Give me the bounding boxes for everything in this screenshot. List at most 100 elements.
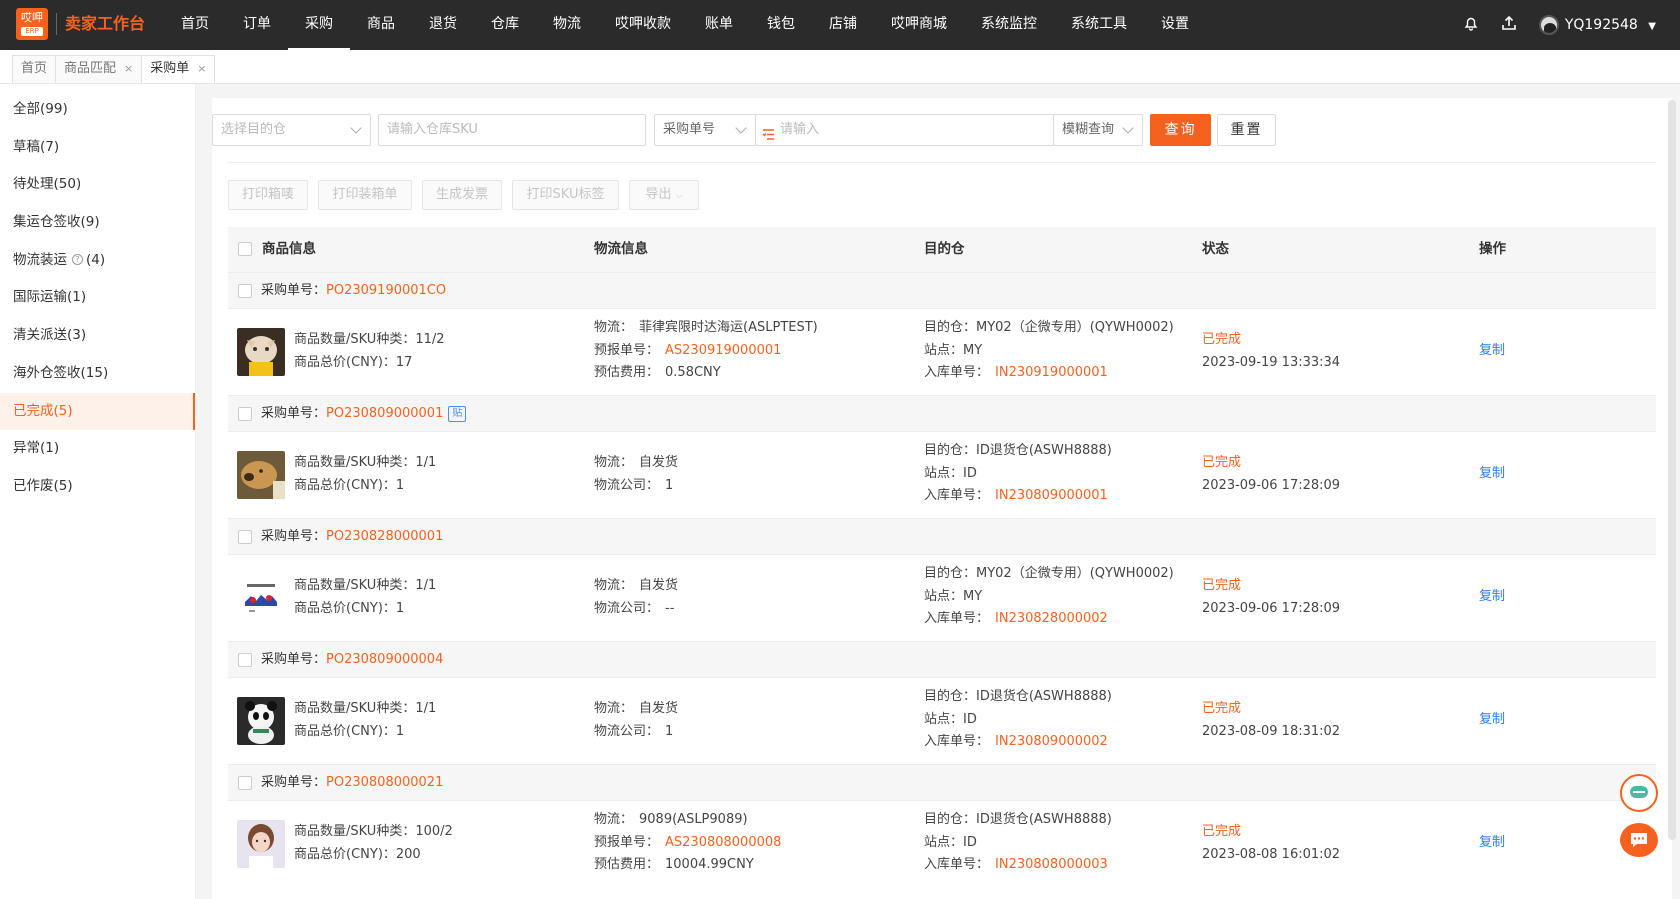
nav-item[interactable]: 钱包 (750, 0, 812, 50)
price-label: 商品总价(CNY)： (294, 600, 396, 616)
help-icon[interactable]: ? (72, 254, 83, 266)
product-thumbnail[interactable] (237, 574, 285, 622)
inbound-number-link[interactable]: IN230808000003 (995, 857, 1108, 872)
col-ops: 操作 (1479, 241, 1506, 257)
product-thumbnail[interactable] (237, 697, 285, 745)
price-value: 1 (395, 723, 405, 739)
main-panel: 选择目的仓 请输入仓库SKU 采购单号 请输入 模糊查询 查询 重置 打印箱唛 … (212, 98, 1672, 899)
tab[interactable]: 采购单 × (141, 55, 216, 83)
nav-item[interactable]: 店铺 (812, 0, 874, 50)
logistics-value: 自发货 (639, 578, 679, 593)
nav-item[interactable]: 哎呷商城 (874, 0, 964, 50)
sidebar-item[interactable]: 已作废(5) (0, 468, 195, 506)
select-all-checkbox[interactable] (238, 242, 252, 256)
product-thumbnail[interactable] (237, 451, 285, 499)
print-packing-button[interactable]: 打印装箱单 (318, 180, 412, 210)
product-thumbnail[interactable] (237, 820, 285, 868)
sidebar-item[interactable]: 异常(1) (0, 430, 195, 468)
close-icon[interactable]: × (124, 62, 133, 75)
sidebar-item[interactable]: 海外仓签收(15) (0, 355, 195, 393)
scrollbar[interactable] (1668, 100, 1676, 840)
match-mode-select[interactable]: 模糊查询 (1053, 114, 1143, 146)
nav-item[interactable]: 系统监控 (964, 0, 1054, 50)
export-button[interactable]: 导出 ⌵ (629, 180, 699, 210)
top-bar: 哎呷 ERP 卖家工作台 首页 订单 采购 商品 退货 仓库 物流 哎呷收款 账单 钱包 店铺 哎呷商城… (0, 0, 1680, 50)
customer-service-icon[interactable] (1620, 774, 1658, 812)
nav-item[interactable]: 采购 (288, 0, 350, 50)
inbound-number-link[interactable]: IN230828000002 (995, 611, 1108, 626)
tab[interactable]: 商品匹配 × (55, 55, 143, 83)
forecast-number-link[interactable]: AS230808000008 (665, 835, 781, 850)
sidebar-item[interactable]: 待处理(50) (0, 166, 195, 204)
order-group-header: 采购单号：PO230809000004 (228, 641, 1656, 678)
forecast-number-link[interactable]: AS230919000001 (665, 343, 781, 358)
warehouse-placeholder: 选择目的仓 (221, 122, 287, 137)
inbound-number-link[interactable]: IN230809000002 (995, 734, 1108, 749)
sidebar-item[interactable]: 清关派送(3) (0, 317, 195, 355)
row-checkbox[interactable] (238, 776, 252, 790)
print-sku-button[interactable]: 打印SKU标签 (512, 180, 619, 210)
bell-icon[interactable] (1463, 15, 1479, 35)
po-number-link[interactable]: PO230809000004 (326, 652, 443, 667)
inbound-number-link[interactable]: IN230919000001 (995, 365, 1108, 380)
nav-item[interactable]: 商品 (350, 0, 412, 50)
po-label: 采购单号： (261, 406, 327, 421)
sku-input[interactable]: 请输入仓库SKU (378, 114, 646, 146)
sidebar-item[interactable]: 集运仓签收(9) (0, 204, 195, 242)
copy-link[interactable]: 复制 (1479, 463, 1505, 486)
logistics-line: 预报单号： AS230919000001 (594, 340, 818, 363)
tab-label: 首页 (21, 61, 48, 76)
logistics-value: 菲律宾限时达海运(ASLPTEST) (639, 320, 818, 335)
sidebar-item[interactable]: 全部(99) (0, 91, 195, 129)
nav-item[interactable]: 哎呷收款 (598, 0, 688, 50)
nav-item[interactable]: 设置 (1144, 0, 1206, 50)
price-line: 商品总价(CNY)：1 (294, 598, 436, 621)
inbound-label: 入库单号： (924, 857, 990, 872)
po-number-link[interactable]: PO230808000021 (326, 775, 443, 790)
row-checkbox[interactable] (238, 530, 252, 544)
nav-item[interactable]: 系统工具 (1054, 0, 1144, 50)
inbound-number-link[interactable]: IN230809000001 (995, 488, 1108, 503)
search-input[interactable]: 请输入 (755, 114, 1054, 146)
copy-link[interactable]: 复制 (1479, 832, 1505, 855)
generate-invoice-button[interactable]: 生成发票 (422, 180, 502, 210)
chevron-down-icon: ▼ (1648, 21, 1656, 32)
row-checkbox[interactable] (238, 284, 252, 298)
warehouse-select[interactable]: 选择目的仓 (212, 114, 371, 146)
reset-button[interactable]: 重置 (1217, 114, 1276, 146)
app-logo[interactable]: 哎呷 ERP (16, 8, 48, 40)
user-menu[interactable]: YQ192548 ▼ (1538, 15, 1656, 35)
row-checkbox[interactable] (238, 407, 252, 421)
close-icon[interactable]: × (197, 62, 206, 75)
upload-icon[interactable] (1501, 15, 1517, 35)
status-sidebar: 全部(99) 草稿(7) 待处理(50) 集运仓签收(9) 物流装运? (4) 国际运输(1… (0, 84, 196, 899)
search-type-select[interactable]: 采购单号 (654, 114, 756, 146)
dest-site: 站点：ID (924, 465, 977, 481)
tab[interactable]: 首页 (12, 55, 57, 83)
po-number-link[interactable]: PO230828000001 (326, 529, 443, 544)
nav-item[interactable]: 账单 (688, 0, 750, 50)
sidebar-item[interactable]: 物流装运? (4) (0, 242, 195, 280)
copy-link[interactable]: 复制 (1479, 709, 1505, 732)
copy-link[interactable]: 复制 (1479, 586, 1505, 609)
qty-value: 100/2 (415, 824, 453, 839)
nav-item[interactable]: 退货 (412, 0, 474, 50)
dest-warehouse: 目的仓：ID退货仓(ASWH8888) (924, 812, 1112, 827)
copy-link[interactable]: 复制 (1479, 340, 1505, 363)
sidebar-item[interactable]: 草稿(7) (0, 129, 195, 167)
product-thumbnail[interactable] (237, 328, 285, 376)
nav-item[interactable]: 仓库 (474, 0, 536, 50)
po-number-link[interactable]: PO230809000001 (326, 406, 443, 421)
po-number-link[interactable]: PO2309190001CO (326, 283, 446, 298)
query-button[interactable]: 查询 (1150, 114, 1211, 146)
qty-label: 商品数量/SKU种类： (294, 701, 416, 716)
chat-icon[interactable] (1620, 823, 1658, 857)
nav-item[interactable]: 订单 (226, 0, 288, 50)
row-checkbox[interactable] (238, 653, 252, 667)
nav-item[interactable]: 物流 (536, 0, 598, 50)
sidebar-item[interactable]: 国际运输(1) (0, 279, 195, 317)
qty-label: 商品数量/SKU种类： (294, 824, 416, 839)
nav-item[interactable]: 首页 (164, 0, 226, 50)
sidebar-item[interactable]: 已完成(5) (0, 392, 195, 431)
print-mark-button[interactable]: 打印箱唛 (228, 180, 308, 210)
